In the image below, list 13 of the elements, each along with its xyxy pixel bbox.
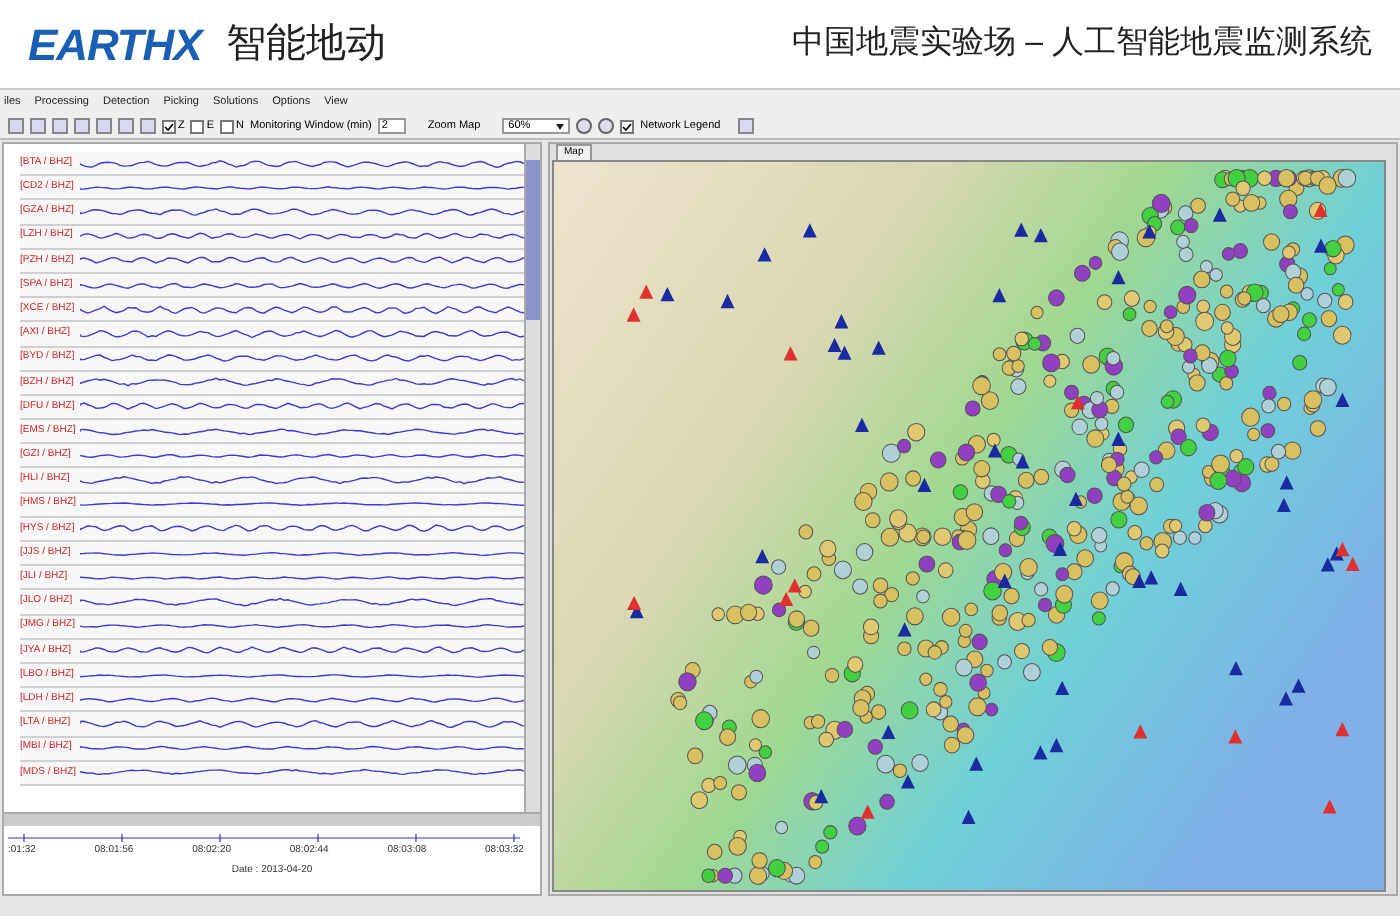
- zoom-in-icon[interactable]: [576, 118, 593, 134]
- caret-icon: [556, 123, 565, 129]
- zoom-out-icon[interactable]: [598, 118, 615, 134]
- toolbar-icon[interactable]: [738, 118, 755, 134]
- checkbox[interactable]: [220, 119, 235, 133]
- checkbox[interactable]: [620, 119, 635, 133]
- scrollbar[interactable]: [524, 144, 540, 812]
- checkbox[interactable]: [190, 119, 205, 133]
- logo: EARTHX: [28, 17, 202, 73]
- product-name: 智能地动: [225, 20, 386, 70]
- checkbox[interactable]: [162, 119, 176, 133]
- horizontal-scrollbar[interactable]: [4, 812, 540, 826]
- system-title: 中国地震实验场 – 人工智能地震监测系统: [792, 23, 1372, 64]
